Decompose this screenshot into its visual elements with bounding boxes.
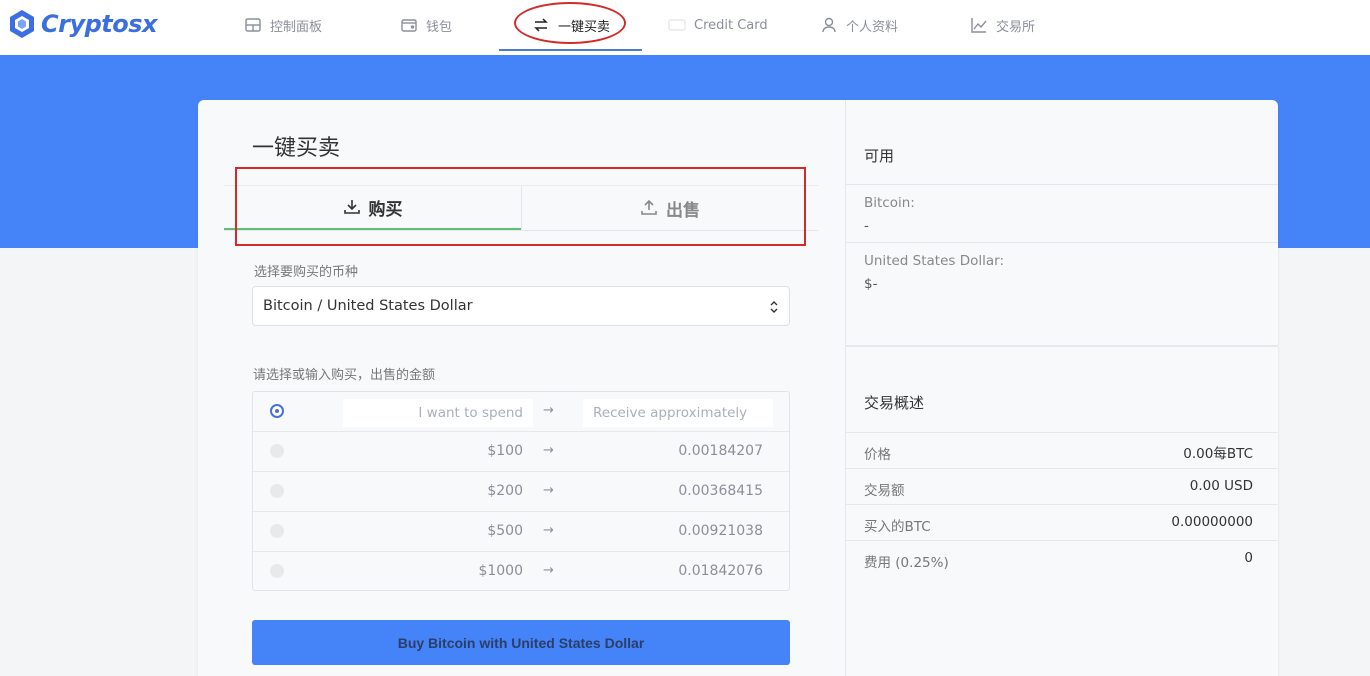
select-arrows-icon (770, 301, 778, 313)
custom-amount-row: → (253, 392, 789, 432)
preset-row[interactable]: $1000 → 0.01842076 (253, 552, 789, 592)
nav-item-dashboard[interactable]: 控制面板 (244, 0, 322, 50)
divider (846, 184, 1278, 185)
usd-balance-label: United States Dollar: (864, 253, 1004, 269)
chart-line-icon (971, 18, 987, 33)
brand-name: Cryptosx (41, 10, 158, 38)
download-icon (343, 200, 360, 214)
preset-receive: 0.00184207 (678, 443, 763, 459)
user-icon (822, 17, 836, 33)
quick-trade-card: 一键买卖 购买 出售 选择要购买的币种 Bitcoin / United Sta… (198, 100, 1278, 676)
upload-icon (641, 199, 657, 215)
top-navigation: Cryptosx 控制面板 钱包 一键买卖 Credit Card 个人资料 交… (0, 0, 1370, 55)
dashboard-icon (245, 18, 261, 32)
receive-input[interactable] (583, 399, 773, 427)
page-title: 一键买卖 (252, 136, 341, 161)
radio-preset[interactable] (270, 484, 284, 498)
arrow-right-icon: → (543, 443, 554, 458)
bitcoin-balance-value: - (864, 218, 869, 234)
section-divider (846, 345, 1278, 347)
nav-active-indicator (499, 49, 642, 51)
nav-item-profile[interactable]: 个人资料 (820, 0, 898, 50)
currency-label: 选择要购买的币种 (254, 265, 359, 280)
nav-item-wallet[interactable]: 钱包 (400, 0, 452, 50)
arrow-right-icon: → (543, 523, 554, 538)
bitcoin-balance-label: Bitcoin: (864, 195, 915, 211)
brand-logo[interactable]: Cryptosx (6, 6, 158, 42)
radio-preset[interactable] (270, 564, 284, 578)
preset-spend: $100 (487, 443, 523, 459)
wallet-icon (401, 19, 417, 32)
tab-sell[interactable]: 出售 (521, 185, 818, 230)
nav-item-exchange[interactable]: 交易所 (970, 0, 1035, 50)
nav-item-quick-trade[interactable]: 一键买卖 (532, 0, 610, 50)
preset-spend: $500 (487, 523, 523, 539)
summary-panel: 可用 Bitcoin: - United States Dollar: $- 交… (846, 100, 1278, 676)
preset-spend: $200 (487, 483, 523, 499)
divider (846, 242, 1278, 243)
credit-card-icon (668, 19, 686, 31)
nav-item-credit-card[interactable]: Credit Card (668, 0, 768, 50)
summary-row-amount: 交易额 0.00 USD (846, 468, 1278, 504)
preset-spend: $1000 (478, 563, 523, 579)
arrow-right-icon: → (543, 403, 554, 418)
preset-receive: 0.01842076 (678, 563, 763, 579)
spend-input[interactable] (343, 399, 533, 427)
summary-title: 交易概述 (864, 394, 925, 412)
amount-label: 请选择或输入购买，出售的金额 (253, 368, 436, 383)
preset-receive: 0.00368415 (678, 483, 763, 499)
radio-preset[interactable] (270, 444, 284, 458)
summary-row-btc-bought: 买入的BTC 0.00000000 (846, 504, 1278, 540)
arrow-right-icon: → (543, 563, 554, 578)
preset-receive: 0.00921038 (678, 523, 763, 539)
summary-row-fee: 费用 (0.25%) 0 (846, 540, 1278, 576)
radio-preset[interactable] (270, 524, 284, 538)
trade-form-panel: 一键买卖 购买 出售 选择要购买的币种 Bitcoin / United Sta… (198, 100, 846, 676)
preset-row[interactable]: $200 → 0.00368415 (253, 472, 789, 512)
preset-row[interactable]: $500 → 0.00921038 (253, 512, 789, 552)
currency-select[interactable]: Bitcoin / United States Dollar (252, 286, 790, 326)
tab-buy[interactable]: 购买 (224, 185, 521, 230)
swap-arrows-icon (534, 18, 548, 32)
balance-title: 可用 (864, 147, 895, 165)
arrow-right-icon: → (543, 483, 554, 498)
cryptosx-logo-icon (10, 10, 34, 38)
buy-sell-tabs: 购买 出售 (224, 185, 818, 231)
summary-row-price: 价格 0.00每BTC (846, 432, 1278, 468)
usd-balance-value: $- (864, 276, 878, 292)
amount-options: → $100 → 0.00184207 $200 → 0.00368415 $5… (252, 391, 790, 591)
preset-row[interactable]: $100 → 0.00184207 (253, 432, 789, 472)
buy-button[interactable]: Buy Bitcoin with United States Dollar (252, 620, 790, 665)
radio-custom[interactable] (270, 404, 284, 418)
